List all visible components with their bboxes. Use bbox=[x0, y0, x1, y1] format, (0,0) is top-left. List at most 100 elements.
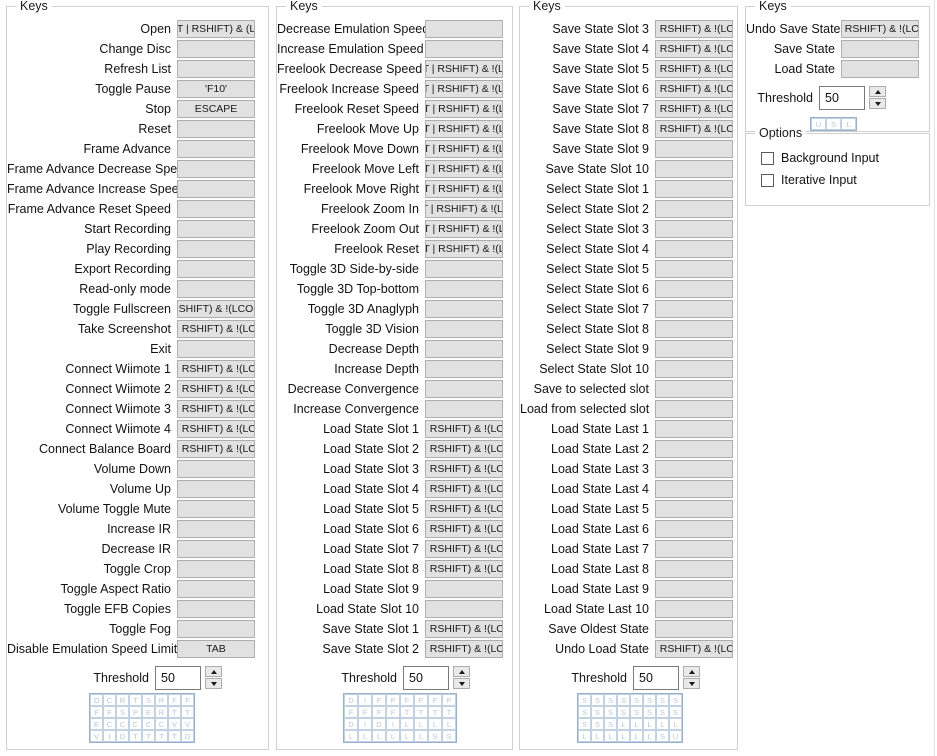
letter-grid-cell[interactable]: C bbox=[103, 694, 116, 706]
letter-grid-cell[interactable]: I bbox=[386, 718, 400, 730]
threshold-increment-button[interactable] bbox=[453, 666, 470, 677]
hotkey-binding-button[interactable] bbox=[841, 40, 919, 58]
letter-grid-cell[interactable]: S bbox=[656, 730, 669, 742]
hotkey-binding-button[interactable]: | RSHIFT) & !(LC bbox=[655, 80, 733, 98]
letter-grid-cell[interactable]: C bbox=[142, 718, 155, 730]
hotkey-binding-button[interactable] bbox=[177, 260, 255, 278]
threshold-input[interactable]: 50 bbox=[403, 666, 449, 690]
threshold-decrement-button[interactable] bbox=[205, 678, 222, 689]
hotkey-binding-button[interactable] bbox=[655, 260, 733, 278]
letter-grid-cell[interactable]: C bbox=[103, 718, 116, 730]
letter-grid-cell[interactable]: L bbox=[604, 730, 617, 742]
letter-grid-cell[interactable]: L bbox=[617, 718, 630, 730]
hotkey-binding-button[interactable] bbox=[425, 580, 503, 598]
hotkey-binding-button[interactable]: T | RSHIFT) & !(L( bbox=[425, 200, 503, 218]
letter-grid-cell[interactable]: F bbox=[386, 694, 400, 706]
letter-grid-cell[interactable]: V bbox=[168, 718, 181, 730]
hotkey-binding-button[interactable] bbox=[655, 440, 733, 458]
letter-grid-cell[interactable]: L bbox=[656, 718, 669, 730]
hotkey-binding-button[interactable] bbox=[655, 220, 733, 238]
letter-grid-cell[interactable]: S bbox=[442, 730, 456, 742]
letter-grid-cell[interactable]: T bbox=[181, 706, 194, 718]
hotkey-binding-button[interactable]: | RSHIFT) & !(LC bbox=[425, 620, 503, 638]
hotkey-binding-button[interactable] bbox=[655, 180, 733, 198]
threshold-spinner[interactable]: 50 bbox=[633, 666, 700, 690]
hotkey-binding-button[interactable]: TAB bbox=[177, 640, 255, 658]
letter-grid-cell[interactable]: S bbox=[826, 118, 841, 130]
letter-grid-cell[interactable]: S bbox=[617, 694, 630, 706]
hotkey-binding-button[interactable] bbox=[177, 240, 255, 258]
letter-grid-cell[interactable]: T bbox=[428, 706, 442, 718]
letter-grid-cell[interactable]: S bbox=[643, 694, 656, 706]
hotkey-binding-button[interactable] bbox=[655, 620, 733, 638]
binding-letter-grid[interactable]: OCRTSRFFFFSPERTTECCCCCVVVIDTTTTD bbox=[89, 693, 195, 743]
letter-grid-cell[interactable]: L bbox=[617, 730, 630, 742]
letter-grid-cell[interactable]: S bbox=[591, 694, 604, 706]
letter-grid-cell[interactable]: U bbox=[669, 730, 682, 742]
hotkey-binding-button[interactable] bbox=[177, 340, 255, 358]
threshold-input[interactable]: 50 bbox=[155, 666, 201, 690]
hotkey-binding-button[interactable]: T | RSHIFT) & !(L bbox=[425, 160, 503, 178]
letter-grid-cell[interactable]: C bbox=[129, 718, 142, 730]
hotkey-binding-button[interactable] bbox=[177, 60, 255, 78]
hotkey-binding-button[interactable] bbox=[177, 280, 255, 298]
hotkey-binding-button[interactable] bbox=[655, 140, 733, 158]
letter-grid-cell[interactable]: L bbox=[578, 730, 591, 742]
hotkey-binding-button[interactable] bbox=[177, 40, 255, 58]
hotkey-binding-button[interactable] bbox=[425, 280, 503, 298]
letter-grid-cell[interactable]: F bbox=[372, 706, 386, 718]
letter-grid-cell[interactable]: T bbox=[129, 730, 142, 742]
hotkey-binding-button[interactable] bbox=[655, 600, 733, 618]
letter-grid-cell[interactable]: L bbox=[372, 730, 386, 742]
hotkey-binding-button[interactable] bbox=[177, 600, 255, 618]
hotkey-binding-button[interactable]: T | RSHIFT) & !(L bbox=[425, 140, 503, 158]
letter-grid-cell[interactable]: F bbox=[181, 694, 194, 706]
hotkey-binding-button[interactable] bbox=[425, 20, 503, 38]
letter-grid-cell[interactable]: S bbox=[617, 706, 630, 718]
hotkey-binding-button[interactable]: 'T | RSHIFT) & !(L( bbox=[425, 80, 503, 98]
letter-grid-cell[interactable]: F bbox=[386, 706, 400, 718]
hotkey-binding-button[interactable] bbox=[177, 140, 255, 158]
option-row[interactable]: Background Input bbox=[746, 147, 929, 169]
letter-grid-cell[interactable]: T bbox=[142, 730, 155, 742]
letter-grid-cell[interactable]: T bbox=[155, 730, 168, 742]
letter-grid-cell[interactable]: L bbox=[358, 730, 372, 742]
hotkey-binding-button[interactable] bbox=[177, 620, 255, 638]
hotkey-binding-button[interactable] bbox=[177, 180, 255, 198]
letter-grid-cell[interactable]: L bbox=[400, 718, 414, 730]
threshold-increment-button[interactable] bbox=[683, 666, 700, 677]
letter-grid-cell[interactable]: L bbox=[400, 730, 414, 742]
hotkey-binding-button[interactable]: | RSHIFT) & !(LC bbox=[177, 380, 255, 398]
hotkey-binding-button[interactable]: | RSHIFT) & !(LC bbox=[425, 460, 503, 478]
hotkey-binding-button[interactable] bbox=[425, 340, 503, 358]
letter-grid-cell[interactable]: I bbox=[358, 694, 372, 706]
hotkey-binding-button[interactable] bbox=[655, 400, 733, 418]
hotkey-binding-button[interactable]: | RSHIFT) & !(LC bbox=[655, 120, 733, 138]
hotkey-binding-button[interactable] bbox=[177, 160, 255, 178]
threshold-spinner[interactable]: 50 bbox=[155, 666, 222, 690]
hotkey-binding-button[interactable]: | RSHIFT) & !(LC bbox=[425, 520, 503, 538]
hotkey-binding-button[interactable]: 'T | RSHIFT) & (L' bbox=[177, 20, 255, 38]
letter-grid-cell[interactable]: F bbox=[428, 694, 442, 706]
letter-grid-cell[interactable]: L bbox=[591, 730, 604, 742]
letter-grid-cell[interactable]: D bbox=[181, 730, 194, 742]
hotkey-binding-button[interactable]: | RSHIFT) & !(LC bbox=[425, 560, 503, 578]
hotkey-binding-button[interactable]: T | RSHIFT) & !(L bbox=[425, 120, 503, 138]
binding-letter-grid[interactable]: USL bbox=[810, 117, 857, 131]
threshold-increment-button[interactable] bbox=[869, 86, 886, 97]
letter-grid-cell[interactable]: S bbox=[591, 718, 604, 730]
hotkey-binding-button[interactable]: | RSHIFT) & !(LC bbox=[177, 400, 255, 418]
hotkey-binding-button[interactable] bbox=[655, 480, 733, 498]
letter-grid-cell[interactable]: E bbox=[142, 706, 155, 718]
hotkey-binding-button[interactable]: | RSHIFT) & !(LC bbox=[655, 40, 733, 58]
letter-grid-cell[interactable]: F bbox=[372, 694, 386, 706]
hotkey-binding-button[interactable]: | RSHIFT) & !(LC bbox=[425, 480, 503, 498]
threshold-spinner[interactable]: 50 bbox=[403, 666, 470, 690]
hotkey-binding-button[interactable]: | RSHIFT) & !(LC bbox=[177, 420, 255, 438]
hotkey-binding-button[interactable] bbox=[425, 40, 503, 58]
hotkey-binding-button[interactable] bbox=[655, 560, 733, 578]
hotkey-binding-button[interactable]: 'T | RSHIFT) & !(L( bbox=[425, 60, 503, 78]
letter-grid-cell[interactable]: L bbox=[414, 718, 428, 730]
letter-grid-cell[interactable]: S bbox=[591, 706, 604, 718]
letter-grid-cell[interactable]: I bbox=[103, 730, 116, 742]
